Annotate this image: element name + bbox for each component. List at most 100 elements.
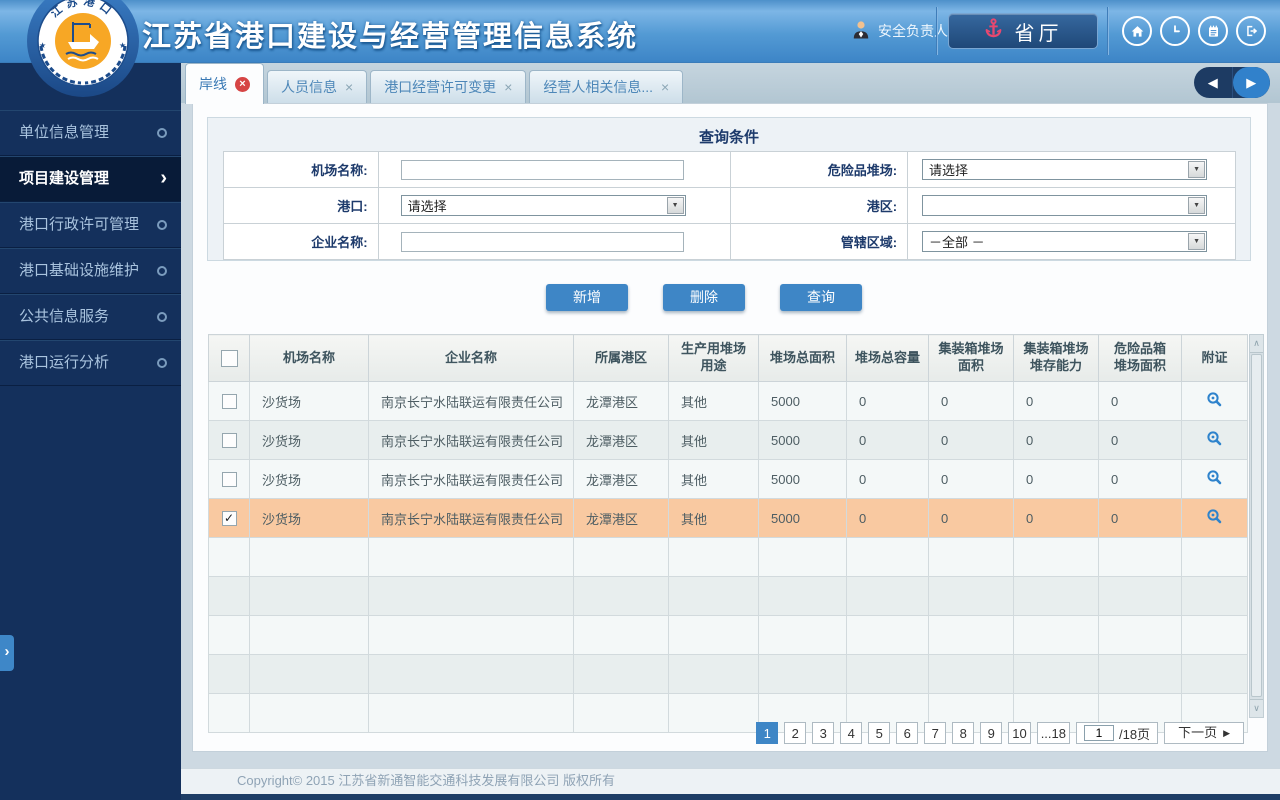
sidebar-item-3[interactable]: 港口行政许可管理 [0,202,181,248]
sidebar-item-4[interactable]: 港口基础设施维护 [0,248,181,294]
anchor-icon [984,17,1003,45]
table-row-empty [208,537,1248,577]
sidebar-item-2[interactable]: 项目建设管理 › [0,156,181,202]
next-page-arrow-icon: ▶ [1223,728,1230,738]
page-button-3[interactable]: 3 [812,722,835,744]
port-area-select[interactable]: ▼ [922,195,1208,216]
tab-bar: 岸线 × 人员信息 × 港口经营许可变更 × 经营人相关信息... × ◀ ▶ [181,62,1280,104]
table-scrollbar[interactable]: ∧ ∨ [1249,334,1264,718]
row-checkbox-cell [208,420,250,460]
table-cell: 沙货场 [249,498,369,538]
query-field-label: 企业名称: [223,223,379,260]
next-page-label: 下一页 [1178,725,1218,740]
page-number-input[interactable] [1083,725,1114,741]
tab-4[interactable]: 经营人相关信息... × [529,70,684,103]
airport-name-input[interactable] [400,159,684,180]
select-value: －全部 － [929,235,985,250]
table-cell: 0 [846,498,929,538]
circle-indicator-icon [157,128,167,138]
page-button-...18[interactable]: ...18 [1036,722,1070,744]
search-button[interactable]: 查询 [780,284,862,311]
scroll-down-button[interactable]: ∨ [1250,699,1263,717]
hazardous-yard-select[interactable]: 请选择 ▼ [922,159,1208,180]
page-button-6[interactable]: 6 [896,722,919,744]
page-button-1[interactable]: 1 [756,722,779,744]
company-name-input[interactable] [400,231,684,252]
page-button-2[interactable]: 2 [784,722,807,744]
page-total-label: /18页 [1118,726,1151,742]
magnifier-icon[interactable] [1206,508,1223,528]
scrollbar-thumb[interactable] [1251,354,1262,697]
magnifier-icon[interactable] [1206,430,1223,450]
tab-3[interactable]: 港口经营许可变更 × [370,70,527,103]
table-cell: 其他 [668,459,759,499]
home-icon[interactable] [1122,16,1152,46]
tab-label: 经营人相关信息... [543,79,654,95]
tab-close-icon[interactable]: × [661,80,669,94]
row-checkbox[interactable]: ✓ [221,510,237,526]
svg-text:★: ★ [119,41,126,50]
column-header: 附证 [1181,334,1248,382]
user-avatar-icon [852,19,870,43]
pagination: 12345678910...18/18页 下一页 ▶ [756,722,1244,744]
magnifier-icon[interactable] [1206,391,1223,411]
clock-icon[interactable] [1160,16,1190,46]
footer: Copyright© 2015 江苏省新通智能交通科技发展有限公司 版权所有 [181,768,1280,800]
attachment-cell [1181,420,1248,460]
query-panel: 查询条件 机场名称: 危险品堆场: 请选择 ▼ 港口: 请选择 ▼ 港区: ▼ … [207,117,1251,261]
table-row: 沙货场 南京长宁水陆联运有限责任公司 龙潭港区 其他 5000 0 0 0 0 [208,381,1248,421]
tab-label: 岸线 [199,76,227,92]
sidebar-item-6[interactable]: 港口运行分析 [0,340,181,386]
table-cell: 0 [1098,420,1182,460]
delete-button[interactable]: 删除 [663,284,745,311]
select-all-checkbox[interactable] [220,349,238,367]
page-button-7[interactable]: 7 [924,722,947,744]
add-button[interactable]: 新增 [546,284,628,311]
row-checkbox[interactable] [221,432,237,448]
tab-scroll-right-button[interactable]: ▶ [1232,67,1270,98]
org-button[interactable]: 省厅 [948,13,1098,49]
chevron-down-icon: ▼ [666,197,684,214]
next-page-button[interactable]: 下一页 ▶ [1164,722,1244,744]
row-checkbox-cell: ✓ [208,498,250,538]
chevron-right-icon: › [160,167,167,189]
attachment-cell [1181,459,1248,499]
page-button-9[interactable]: 9 [980,722,1003,744]
page-button-8[interactable]: 8 [952,722,975,744]
chevron-down-icon: ▼ [1188,233,1206,250]
table-cell: 0 [846,420,929,460]
sidebar-item-5[interactable]: 公共信息服务 [0,294,181,340]
sidebar-item-1[interactable]: 单位信息管理 [0,110,181,156]
page-button-4[interactable]: 4 [840,722,863,744]
page-button-10[interactable]: 10 [1008,722,1031,744]
table-cell: 龙潭港区 [573,459,669,499]
query-field-label: 港口: [223,187,379,224]
chevron-down-icon: ▼ [1188,197,1206,214]
footer-bottom-bar [181,794,1280,800]
tab-1[interactable]: 岸线 × [185,63,264,104]
logout-icon[interactable] [1236,16,1266,46]
tab-scroll-left-button[interactable]: ◀ [1194,67,1233,98]
tab-close-icon[interactable]: × [504,80,512,94]
table-cell: 0 [1098,459,1182,499]
table-cell: 0 [928,420,1014,460]
port-select[interactable]: 请选择 ▼ [400,195,686,216]
row-checkbox[interactable] [221,393,237,409]
magnifier-icon[interactable] [1206,469,1223,489]
tab-close-icon[interactable]: × [345,80,353,94]
table-cell: 0 [928,381,1014,421]
notes-icon[interactable] [1198,16,1228,46]
query-field-label: 港区: [730,187,909,224]
admin-region-select[interactable]: －全部 － ▼ [922,231,1208,252]
tab-2[interactable]: 人员信息 × [267,70,368,103]
table-cell: 其他 [668,381,759,421]
table-row: 沙货场 南京长宁水陆联运有限责任公司 龙潭港区 其他 5000 0 0 0 0 [208,420,1248,460]
sidebar-collapse-handle[interactable]: › [0,635,14,671]
circle-indicator-icon [157,358,167,368]
select-value: 请选择 [407,199,447,214]
tab-close-icon[interactable]: × [235,76,250,92]
scroll-up-button[interactable]: ∧ [1250,335,1263,353]
table-cell: 5000 [758,420,847,460]
page-button-5[interactable]: 5 [868,722,891,744]
row-checkbox[interactable] [221,471,237,487]
